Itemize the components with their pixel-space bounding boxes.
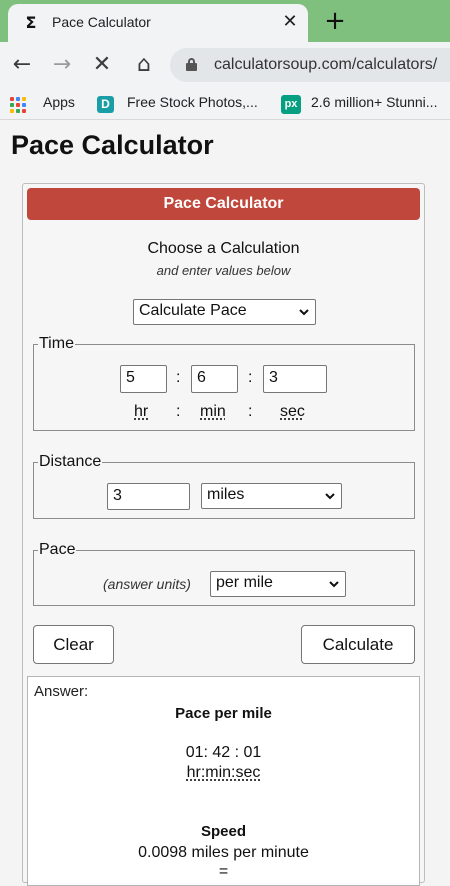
time-legend: Time: [38, 335, 75, 353]
chevron-down-icon: [299, 309, 309, 316]
browser-tab[interactable]: Σ Pace Calculator ✕: [8, 4, 308, 42]
url-text[interactable]: calculatorsoup.com/calculators/: [214, 56, 437, 74]
pace-unit-select[interactable]: per mile: [210, 571, 346, 597]
bookmarks-bar: Apps D Free Stock Photos,... px 2.6 mill…: [0, 88, 450, 120]
time-fieldset: Time 5 : 6 : 3 hr : min : sec: [33, 335, 415, 431]
apps-grid-icon: [10, 97, 26, 113]
distance-value: 3: [113, 487, 122, 504]
calculator-header: Pace Calculator: [27, 188, 420, 220]
d-logo-icon: D: [97, 96, 114, 113]
distance-unit-select[interactable]: miles: [201, 483, 342, 509]
tab-title: Pace Calculator: [52, 14, 151, 30]
min-label: min: [200, 403, 226, 420]
pexels-logo-icon: px: [281, 95, 301, 114]
pace-legend: Pace: [38, 541, 77, 559]
sigma-favicon-icon: Σ: [25, 13, 37, 32]
calculation-select[interactable]: Calculate Pace: [133, 299, 316, 325]
answer-units-hint: (answer units): [103, 576, 191, 592]
minutes-value: 6: [197, 369, 206, 386]
lock-icon[interactable]: [186, 58, 197, 71]
time-separator: :: [248, 369, 253, 386]
address-bar[interactable]: calculatorsoup.com/calculators/: [170, 48, 450, 82]
distance-legend: Distance: [38, 453, 103, 471]
pace-fieldset: Pace (answer units) per mile: [33, 541, 415, 606]
enter-values-subheading: and enter values below: [156, 263, 291, 278]
browser-toolbar: ← → ✕ ⌂ calculatorsoup.com/calculators/: [0, 42, 450, 88]
time-separator: :: [176, 403, 181, 420]
tab-bar: Σ Pace Calculator ✕ +: [0, 0, 450, 42]
time-separator: :: [248, 403, 253, 420]
equals-sign: =: [218, 863, 229, 880]
distance-unit-value: miles: [207, 486, 245, 503]
bookmark-label: 2.6 million+ Stunni...: [311, 94, 438, 110]
chevron-down-icon: [329, 581, 339, 588]
hours-value: 5: [126, 369, 135, 386]
seconds-input[interactable]: 3: [263, 365, 327, 393]
back-arrow-icon[interactable]: ←: [8, 51, 36, 79]
chevron-down-icon: [325, 493, 335, 500]
home-icon[interactable]: ⌂: [130, 51, 158, 79]
pace-result-title: Pace per mile: [175, 705, 272, 722]
bookmark-label: Free Stock Photos,...: [127, 94, 258, 110]
bookmark-label: Apps: [43, 94, 75, 110]
pace-calculator-panel: Pace Calculator Choose a Calculation and…: [22, 183, 425, 886]
answer-label: Answer:: [34, 683, 89, 700]
new-tab-icon[interactable]: +: [320, 7, 350, 35]
calculation-select-value: Calculate Pace: [139, 302, 247, 319]
sec-label: sec: [280, 403, 305, 420]
hours-input[interactable]: 5: [120, 365, 167, 393]
clear-button[interactable]: Clear: [33, 625, 114, 664]
choose-calculation-heading: Choose a Calculation: [147, 240, 300, 257]
speed-result-value: 0.0098 miles per minute: [138, 844, 309, 861]
speed-result-title: Speed: [200, 823, 246, 840]
hr-label: hr: [134, 403, 149, 420]
pace-unit-value: per mile: [216, 574, 273, 591]
pace-result-value: 01: 42 : 01: [185, 744, 262, 761]
distance-fieldset: Distance 3 miles: [33, 453, 415, 519]
pace-result-units: hr:min:sec: [186, 764, 261, 781]
answer-panel: Answer: Pace per mile 01: 42 : 01 hr:min…: [27, 676, 420, 886]
page-title: Pace Calculator: [11, 130, 214, 160]
close-tab-icon[interactable]: ✕: [278, 10, 302, 34]
distance-input[interactable]: 3: [107, 483, 190, 510]
forward-arrow-icon[interactable]: →: [48, 51, 76, 79]
minutes-input[interactable]: 6: [191, 365, 238, 393]
time-separator: :: [176, 369, 181, 386]
seconds-value: 3: [269, 369, 278, 386]
calculate-button[interactable]: Calculate: [301, 625, 415, 664]
stop-loading-icon[interactable]: ✕: [88, 51, 116, 79]
